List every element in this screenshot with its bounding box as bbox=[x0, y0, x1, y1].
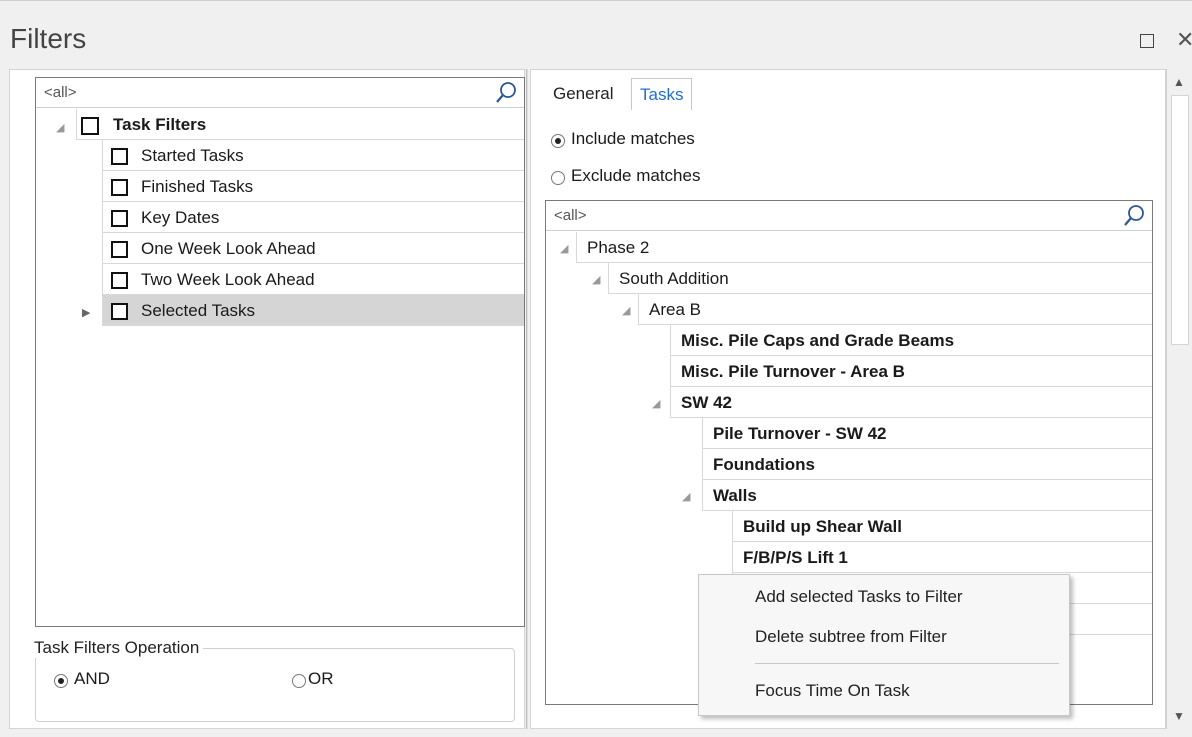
tab-tasks[interactable]: Tasks bbox=[631, 78, 693, 110]
radio-include-matches[interactable] bbox=[551, 134, 565, 148]
tree-item-label: One Week Look Ahead bbox=[141, 239, 316, 258]
tree-item-one-week-look-ahead[interactable]: One Week Look Ahead bbox=[102, 233, 524, 264]
task-row-label: Walls bbox=[713, 486, 757, 505]
radio-and-label: AND bbox=[74, 669, 110, 688]
maximize-icon[interactable] bbox=[1140, 34, 1154, 48]
search-icon[interactable] bbox=[494, 81, 518, 105]
tab-general[interactable]: General bbox=[545, 78, 621, 110]
collapse-triangle-icon[interactable]: ◢ bbox=[622, 304, 630, 317]
tasks-search-bar[interactable]: <all> bbox=[546, 201, 1152, 231]
task-row-misc-pile-caps[interactable]: Misc. Pile Caps and Grade Beams bbox=[670, 325, 1152, 356]
checkbox-one-week-look-ahead[interactable] bbox=[111, 241, 128, 258]
radio-and[interactable] bbox=[54, 674, 68, 688]
task-row-foundations[interactable]: Foundations bbox=[702, 449, 1152, 480]
task-row-phase-2[interactable]: Phase 2 bbox=[576, 232, 1152, 263]
search-icon[interactable] bbox=[1122, 204, 1146, 228]
context-menu: Add selected Tasks to Filter Delete subt… bbox=[698, 574, 1070, 716]
task-row-label: F/B/P/S Lift 1 bbox=[743, 548, 848, 567]
radio-or-label: OR bbox=[308, 669, 334, 688]
exclude-matches-label: Exclude matches bbox=[571, 166, 701, 185]
tree-item-label: Key Dates bbox=[141, 208, 220, 227]
tree-item-started-tasks[interactable]: Started Tasks bbox=[102, 140, 524, 171]
task-row-sw-42[interactable]: SW 42 bbox=[670, 387, 1152, 418]
expand-arrow-icon[interactable]: ▶ bbox=[82, 306, 90, 319]
checkbox-finished-tasks[interactable] bbox=[111, 179, 128, 196]
tree-item-label: Finished Tasks bbox=[141, 177, 254, 196]
task-row-label: South Addition bbox=[619, 269, 729, 288]
filter-search-bar[interactable]: <all> bbox=[36, 78, 524, 108]
task-row-label: Misc. Pile Caps and Grade Beams bbox=[681, 331, 955, 350]
task-filters-tree[interactable]: <all> Task Filters ◢ Started Tasks Finis… bbox=[35, 77, 525, 627]
task-row-label: Build up Shear Wall bbox=[743, 517, 902, 536]
task-row-label: Foundations bbox=[713, 455, 815, 474]
task-row-build-up-shear-wall[interactable]: Build up Shear Wall bbox=[732, 511, 1152, 542]
checkbox-started-tasks[interactable] bbox=[111, 148, 128, 165]
scrollbar-thumb[interactable] bbox=[1171, 95, 1189, 345]
collapse-triangle-icon[interactable]: ◢ bbox=[682, 490, 690, 503]
collapse-triangle-icon[interactable]: ◢ bbox=[560, 242, 568, 255]
checkbox-task-filters[interactable] bbox=[81, 117, 99, 135]
task-row-south-addition[interactable]: South Addition bbox=[608, 263, 1152, 294]
expand-triangle-icon[interactable]: ◢ bbox=[56, 121, 64, 134]
menu-item-delete-subtree[interactable]: Delete subtree from Filter bbox=[755, 627, 947, 647]
task-filters-panel: <all> Task Filters ◢ Started Tasks Finis… bbox=[9, 69, 525, 729]
tree-item-label: Started Tasks bbox=[141, 146, 244, 165]
menu-item-add-selected-tasks[interactable]: Add selected Tasks to Filter bbox=[755, 587, 963, 607]
filters-window: Filters ✕ <all> Task Filters ◢ Started T… bbox=[0, 0, 1192, 737]
task-row-label: SW 42 bbox=[681, 393, 733, 412]
task-row-misc-pile-turnover[interactable]: Misc. Pile Turnover - Area B bbox=[670, 356, 1152, 387]
checkbox-key-dates[interactable] bbox=[111, 210, 128, 227]
tree-item-selected-tasks[interactable]: Selected Tasks bbox=[102, 295, 524, 326]
tree-item-finished-tasks[interactable]: Finished Tasks bbox=[102, 171, 524, 202]
menu-item-focus-time-on-task[interactable]: Focus Time On Task bbox=[755, 681, 910, 701]
window-title: Filters bbox=[10, 23, 87, 54]
collapse-triangle-icon[interactable]: ◢ bbox=[652, 397, 660, 410]
filter-search-input[interactable]: <all> bbox=[44, 84, 77, 101]
panel-splitter[interactable] bbox=[526, 69, 528, 729]
close-icon[interactable]: ✕ bbox=[1176, 29, 1192, 51]
checkbox-two-week-look-ahead[interactable] bbox=[111, 272, 128, 289]
vertical-scrollbar[interactable]: ▲ ▼ bbox=[1166, 69, 1190, 729]
scroll-down-arrow-icon[interactable]: ▼ bbox=[1173, 709, 1185, 723]
operation-group-title: Task Filters Operation bbox=[30, 638, 204, 658]
checkbox-selected-tasks[interactable] bbox=[111, 303, 128, 320]
radio-or[interactable] bbox=[292, 674, 306, 688]
tree-item-task-filters[interactable]: Task Filters bbox=[76, 109, 524, 140]
tree-item-key-dates[interactable]: Key Dates bbox=[102, 202, 524, 233]
task-row-label: Pile Turnover - SW 42 bbox=[713, 424, 887, 443]
menu-separator bbox=[755, 663, 1059, 664]
task-row-label: Misc. Pile Turnover - Area B bbox=[681, 362, 905, 381]
task-row-area-b[interactable]: Area B bbox=[638, 294, 1152, 325]
tree-item-two-week-look-ahead[interactable]: Two Week Look Ahead bbox=[102, 264, 524, 295]
collapse-triangle-icon[interactable]: ◢ bbox=[592, 273, 600, 286]
tree-item-label: Selected Tasks bbox=[141, 301, 256, 320]
task-row-pile-turnover-sw42[interactable]: Pile Turnover - SW 42 bbox=[702, 418, 1152, 449]
task-row-walls[interactable]: Walls bbox=[702, 480, 1152, 511]
scroll-up-arrow-icon[interactable]: ▲ bbox=[1173, 75, 1185, 89]
include-matches-label: Include matches bbox=[571, 129, 695, 148]
tree-item-label: Task Filters bbox=[113, 115, 207, 134]
tasks-search-input[interactable]: <all> bbox=[554, 207, 587, 224]
task-row-fbps-lift-1[interactable]: F/B/P/S Lift 1 bbox=[732, 542, 1152, 573]
task-row-label: Phase 2 bbox=[587, 238, 650, 257]
task-row-label: Area B bbox=[649, 300, 701, 319]
radio-exclude-matches[interactable] bbox=[551, 171, 565, 185]
tree-item-label: Two Week Look Ahead bbox=[141, 270, 315, 289]
